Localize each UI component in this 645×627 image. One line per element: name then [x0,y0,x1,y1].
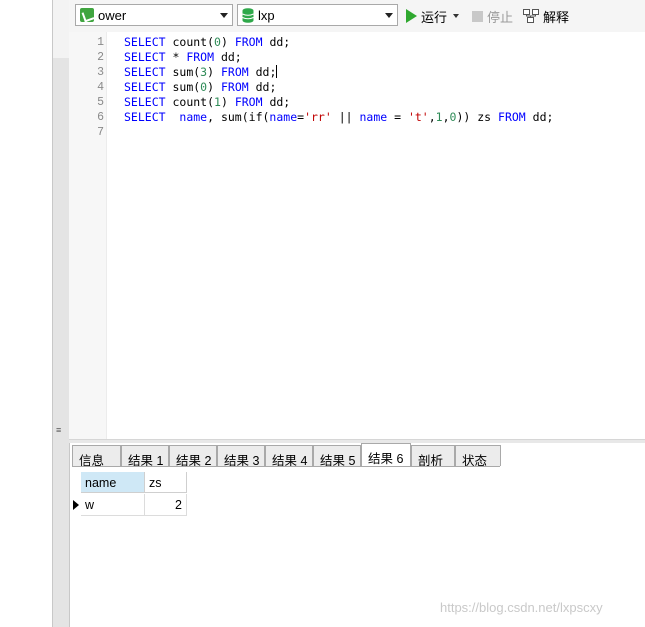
code-token: FROM [234,95,263,109]
table-cell[interactable]: w [81,494,145,516]
code-token: name [179,110,208,124]
code-token: SELECT [124,95,166,109]
code-token: 0 [214,35,221,49]
code-token: FROM [498,110,526,124]
result-tab[interactable]: 结果 1 [121,445,169,468]
line-number: 5 [97,96,104,109]
code-token: ) [220,35,235,49]
chevron-down-icon [220,13,228,18]
code-line[interactable]: SELECT count(1) FROM dd; [124,95,290,110]
line-number: 2 [97,51,104,64]
column-header[interactable]: zs [145,472,187,493]
code-line[interactable]: SELECT sum(0) FROM dd; [124,80,276,95]
line-number: 3 [97,66,104,79]
code-token: 'rr' [304,110,332,124]
code-token: , sum(if( [207,110,270,124]
editor-results-splitter[interactable] [69,439,645,443]
code-token: SELECT [124,110,166,124]
code-token: FROM [234,35,263,49]
left-panel [0,0,52,627]
result-tab[interactable]: 结果 6 [361,443,411,467]
play-icon [406,9,417,23]
connection-select[interactable]: ower [75,4,233,26]
code-token: SELECT [124,80,166,94]
result-tab[interactable]: 结果 5 [313,445,361,468]
code-token: SELECT [124,50,166,64]
result-tab[interactable]: 结果 3 [217,445,265,468]
code-token: dd; [248,65,277,79]
stop-label: 停止 [487,9,514,25]
code-token: ) [220,95,235,109]
database-label: lxp [258,7,275,23]
code-token: = [387,110,408,124]
code-token: 't' [407,110,429,124]
code-token: dd; [262,95,291,109]
explain-label: 解释 [543,9,570,25]
code-token: FROM [186,50,215,64]
code-token: ) [207,65,221,79]
code-token: FROM [220,65,249,79]
result-tab[interactable]: 结果 2 [169,445,217,468]
line-number: 4 [97,81,104,94]
explain-button[interactable]: 解释 [523,6,569,26]
code-token: 1 [435,110,443,124]
code-token: FROM [220,80,249,94]
result-tab[interactable]: 结果 4 [265,445,313,468]
code-token: SELECT [124,65,166,79]
code-token: sum( [165,65,201,79]
table-cell[interactable]: 2 [145,494,187,516]
code-token: || [331,110,360,124]
explain-icon [523,9,539,23]
code-token: ) [207,80,221,94]
grid-corner [72,472,81,493]
tab-baseline [72,466,500,467]
run-label: 运行 [421,9,448,25]
stop-button[interactable]: 停止 [472,6,513,26]
code-line[interactable]: SELECT name, sum(if(name='rr' || name = … [124,110,553,125]
run-dropdown-icon[interactable] [453,14,460,18]
watermark: https://blog.csdn.net/lxpscxy [440,600,603,615]
code-token: 1 [214,95,221,109]
line-number: 6 [97,111,104,124]
run-button[interactable]: 运行 [406,6,460,26]
column-header[interactable]: name [81,472,145,493]
code-token: name [269,110,298,124]
code-line[interactable]: SELECT count(0) FROM dd; [124,35,290,50]
query-toolbar: ower lxp 运行 停止 解释 [69,0,645,33]
code-token: count( [165,35,215,49]
code-line[interactable]: SELECT sum(3) FROM dd; [124,65,278,80]
database-select[interactable]: lxp [237,4,398,26]
panel-splitter[interactable] [52,0,70,627]
stop-icon [472,10,483,22]
code-token: SELECT [124,35,166,49]
code-token: dd; [214,50,242,64]
line-number: 1 [97,36,104,49]
code-token: count( [165,95,215,109]
connection-label: ower [98,7,127,23]
splitter-grip-icon[interactable]: ≡ [56,426,64,437]
text-cursor [276,65,278,78]
code-line[interactable]: SELECT * FROM dd; [124,50,242,65]
line-number: 7 [97,126,104,139]
code-token: , [428,110,436,124]
code-token: )) zs [456,110,499,124]
code-token: dd; [248,80,277,94]
sql-editor[interactable]: 1234567 SELECT count(0) FROM dd; SELECT *… [69,32,645,439]
code-token: dd; [262,35,291,49]
line-number-gutter: 1 2 3 4 5 6 7 [69,32,107,439]
result-tab[interactable]: 剖析 [411,445,455,468]
database-icon [242,7,254,23]
current-row-indicator-icon [73,500,79,510]
code-token: name [359,110,388,124]
connection-icon [80,8,94,22]
code-token: sum( [165,80,201,94]
code-token: dd; [525,110,554,124]
chevron-down-icon [385,13,393,18]
code-token: * [165,50,187,64]
code-token: , [442,110,450,124]
result-tab[interactable]: 状态 [455,445,501,468]
result-tab[interactable]: 信息 [72,445,121,468]
